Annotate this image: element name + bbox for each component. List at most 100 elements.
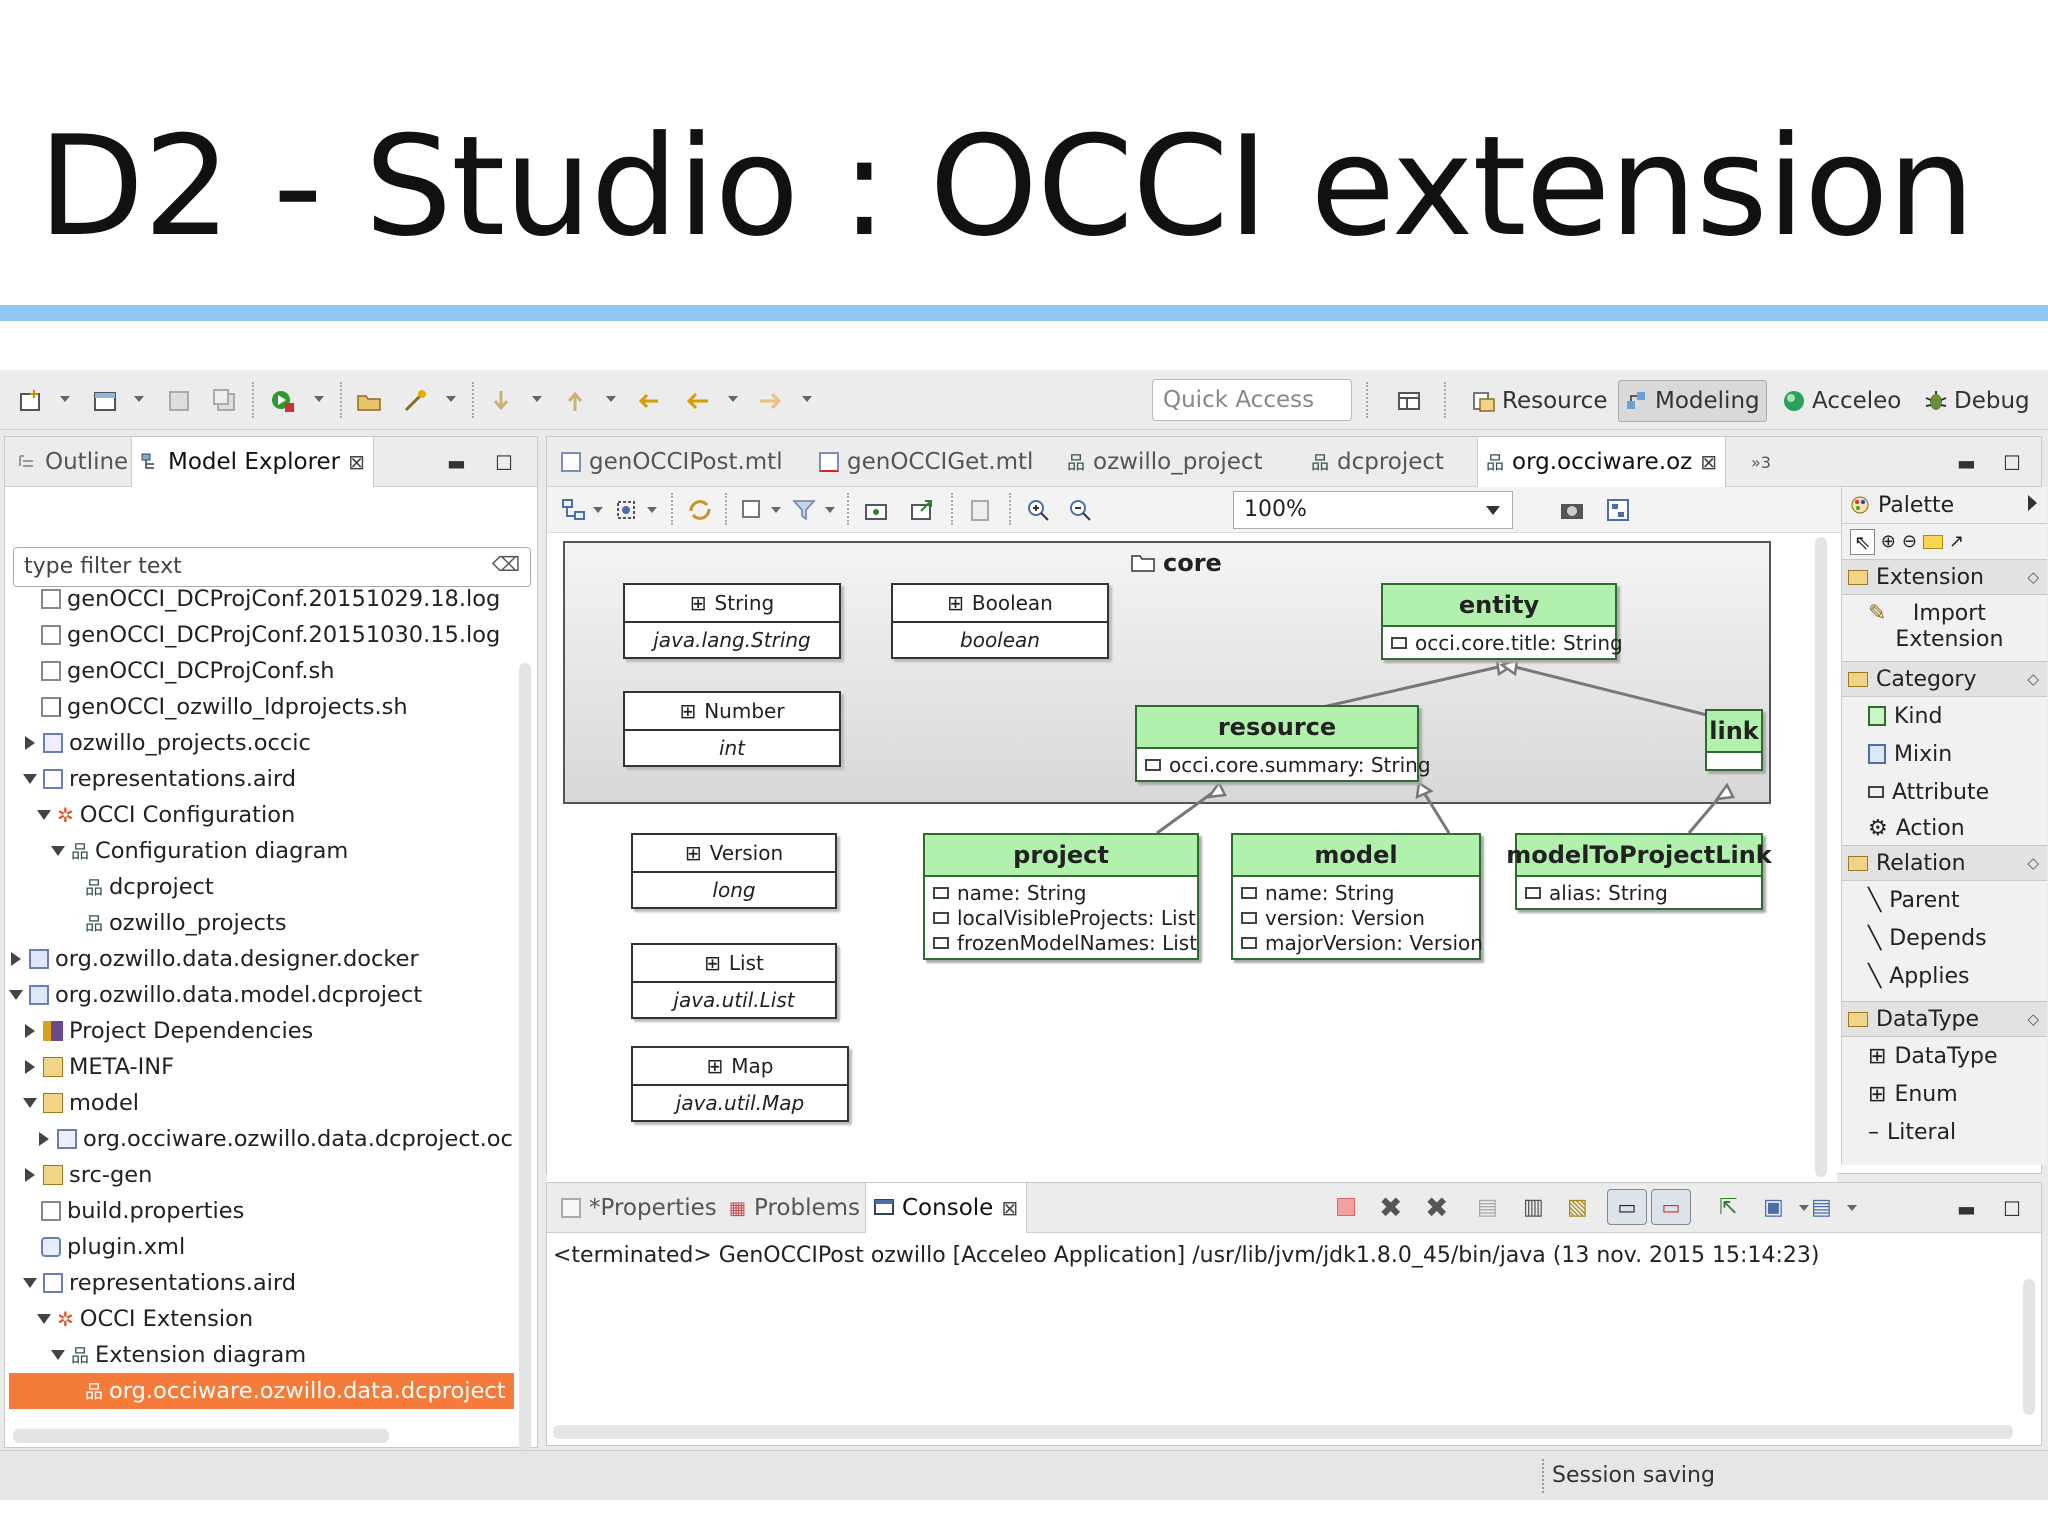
remove-launch-icon[interactable]: ✖ <box>1379 1191 1402 1224</box>
display-selected-console-icon[interactable]: ▣ <box>1763 1195 1784 1220</box>
palette-item-applies[interactable]: ╲ Applies <box>1842 957 2047 995</box>
wand-icon[interactable] <box>402 388 428 414</box>
tree-item-selected-diagram[interactable]: 品 org.occiware.ozwillo.data.dcproject <box>9 1373 514 1409</box>
kind-project[interactable]: project name: String localVisibleProject… <box>923 833 1199 960</box>
zoom-select[interactable]: 100% <box>1233 491 1513 529</box>
tree-item-model-folder[interactable]: model <box>23 1085 139 1121</box>
drawer-pin-icon[interactable]: ◇ <box>2027 670 2039 688</box>
arrange-all-icon[interactable] <box>613 497 639 523</box>
console-vertical-scrollbar[interactable] <box>2023 1279 2035 1415</box>
select-all-icon[interactable] <box>561 497 587 523</box>
show-console-on-stdout-icon[interactable]: ▭ <box>1607 1189 1647 1225</box>
console-horizontal-scrollbar[interactable] <box>553 1425 2013 1439</box>
quick-access-input[interactable]: Quick Access <box>1152 379 1352 421</box>
tree-item-log-1030[interactable]: genOCCI_DCProjConf.20151030.15.log <box>41 617 500 653</box>
paste-format-icon[interactable] <box>967 497 993 523</box>
drawer-datatype[interactable]: DataType ◇ <box>1842 1001 2047 1037</box>
prev-annotation-icon[interactable] <box>562 388 588 414</box>
zoom-in-icon[interactable] <box>1025 497 1051 523</box>
pin-icon[interactable] <box>863 497 889 523</box>
palette-item-parent[interactable]: ╲ Parent <box>1842 881 2047 919</box>
palette-header[interactable]: Palette <box>1842 487 2047 523</box>
tab-outline[interactable]: Outline <box>9 437 136 487</box>
datatype-version[interactable]: ⊞ Version long <box>631 833 837 909</box>
tree-item-project-dependencies[interactable]: Project Dependencies <box>23 1013 313 1049</box>
collapse-arrow-icon[interactable] <box>23 1278 37 1288</box>
datatype-number[interactable]: ⊞ Number int <box>623 691 841 767</box>
kind-modelToProjectLink[interactable]: modelToProjectLink alias: String <box>1506 833 1772 910</box>
export-icon[interactable] <box>909 497 935 523</box>
forward-dropdown-icon[interactable] <box>802 396 812 402</box>
diagram-tree-icon[interactable] <box>1605 497 1631 523</box>
tree-item-designer-docker[interactable]: org.ozwillo.data.designer.docker <box>9 941 419 977</box>
tree-item-occi-extension[interactable]: ✲ OCCI Extension <box>37 1301 253 1337</box>
tab-console[interactable]: Console ⊠ <box>865 1183 1028 1233</box>
attribute-row[interactable]: alias: String <box>1517 880 1761 905</box>
select-dropdown-icon[interactable] <box>593 507 603 513</box>
tab-org-occiware-oz[interactable]: 品 org.occiware.oz ⊠ <box>1477 437 1727 487</box>
save-all-icon[interactable] <box>212 388 238 414</box>
run-dropdown-icon[interactable] <box>314 396 324 402</box>
maximize-icon[interactable]: ☐ <box>495 451 513 475</box>
terminate-icon[interactable] <box>1337 1198 1355 1216</box>
zoom-out-icon[interactable]: ⊖ <box>1902 531 1917 552</box>
close-tab-icon[interactable]: ⊠ <box>348 450 365 474</box>
palette-item-attribute[interactable]: Attribute <box>1842 773 2047 811</box>
wand-dropdown-icon[interactable] <box>446 396 456 402</box>
palette-item-import-extension[interactable]: ✎ Import Extension <box>1842 595 2047 661</box>
perspective-resource[interactable]: Resource <box>1466 380 1613 422</box>
drawer-relation[interactable]: Relation ◇ <box>1842 845 2047 881</box>
tree-item-representations-2[interactable]: representations.aird <box>23 1265 296 1301</box>
attribute-row[interactable]: version: Version <box>1233 905 1479 930</box>
new-icon[interactable] <box>18 388 44 414</box>
palette-item-depends[interactable]: ╲ Depends <box>1842 919 2047 957</box>
new-window-dropdown-icon[interactable] <box>134 396 144 402</box>
collapse-arrow-icon[interactable] <box>51 1350 65 1360</box>
drawer-extension[interactable]: Extension ◇ <box>1842 559 2047 595</box>
layers-icon[interactable] <box>739 497 765 523</box>
datatype-boolean[interactable]: ⊞ Boolean boolean <box>891 583 1109 659</box>
palette-item-kind[interactable]: Kind <box>1842 697 2047 735</box>
minimize-icon[interactable]: ▬ <box>1957 451 1976 475</box>
attribute-row[interactable]: frozenModelNames: List <box>925 930 1197 955</box>
drawer-pin-icon[interactable]: ◇ <box>2027 1010 2039 1028</box>
tree-item-meta-inf[interactable]: META-INF <box>23 1049 174 1085</box>
show-console-on-stderr-icon[interactable]: ▭ <box>1651 1189 1691 1225</box>
attribute-row[interactable]: name: String <box>1233 880 1479 905</box>
tree-item-configuration-diagram[interactable]: 品 Configuration diagram <box>51 833 348 869</box>
back-dropdown-icon[interactable] <box>728 396 738 402</box>
display-console-dropdown-icon[interactable] <box>1799 1205 1809 1211</box>
palette-item-datatype[interactable]: ⊞ DataType <box>1842 1037 2047 1075</box>
kind-entity[interactable]: entity occi.core.title: String <box>1381 583 1623 660</box>
expand-arrow-icon[interactable] <box>25 1168 35 1182</box>
tree-item-conf-sh[interactable]: genOCCI_DCProjConf.sh <box>41 653 335 689</box>
scroll-lock-icon[interactable]: ▥ <box>1523 1195 1544 1220</box>
canvas-vertical-scrollbar[interactable] <box>1815 537 1827 1177</box>
zoom-in-icon[interactable]: ⊕ <box>1881 531 1896 552</box>
palette-item-enum[interactable]: ⊞ Enum <box>1842 1075 2047 1113</box>
tree-item-dcproject[interactable]: 品 dcproject <box>85 869 214 905</box>
tab-problems[interactable]: ▦ Problems <box>721 1183 868 1233</box>
clear-filter-icon[interactable]: ⌫ <box>492 552 520 576</box>
collapse-arrow-icon[interactable] <box>37 1314 51 1324</box>
maximize-icon[interactable]: ☐ <box>2003 451 2021 475</box>
new-dropdown-icon[interactable] <box>60 396 70 402</box>
perspective-acceleo[interactable]: Acceleo <box>1776 380 1907 422</box>
filter-input[interactable]: type filter text ⌫ <box>13 547 531 587</box>
close-tab-icon[interactable]: ⊠ <box>1001 1196 1018 1220</box>
perspective-debug[interactable]: Debug <box>1918 380 2036 422</box>
tab-model-explorer[interactable]: Model Explorer ⊠ <box>131 437 374 487</box>
note-attachment-icon[interactable]: ↗ <box>1949 531 1964 552</box>
attribute-row[interactable]: name: String <box>925 880 1197 905</box>
tree-item-log-1029[interactable]: genOCCI_DCProjConf.20151029.18.log <box>41 589 500 617</box>
attribute-row[interactable]: majorVersion: Version <box>1233 930 1483 955</box>
tree-item-occic[interactable]: ozwillo_projects.occic <box>23 725 311 761</box>
attribute-row[interactable]: localVisibleProjects: List <box>925 905 1197 930</box>
filters-dropdown-icon[interactable] <box>825 507 835 513</box>
collapse-arrow-icon[interactable] <box>9 990 23 1000</box>
datatype-list[interactable]: ⊞ List java.util.List <box>631 943 837 1019</box>
open-console-icon[interactable]: ▤ <box>1811 1195 1832 1220</box>
prev-annotation-dropdown-icon[interactable] <box>606 396 616 402</box>
tab-dcproject[interactable]: 品 dcproject <box>1303 437 1452 487</box>
tree-item-extension-diagram[interactable]: 品 Extension diagram <box>51 1337 306 1373</box>
